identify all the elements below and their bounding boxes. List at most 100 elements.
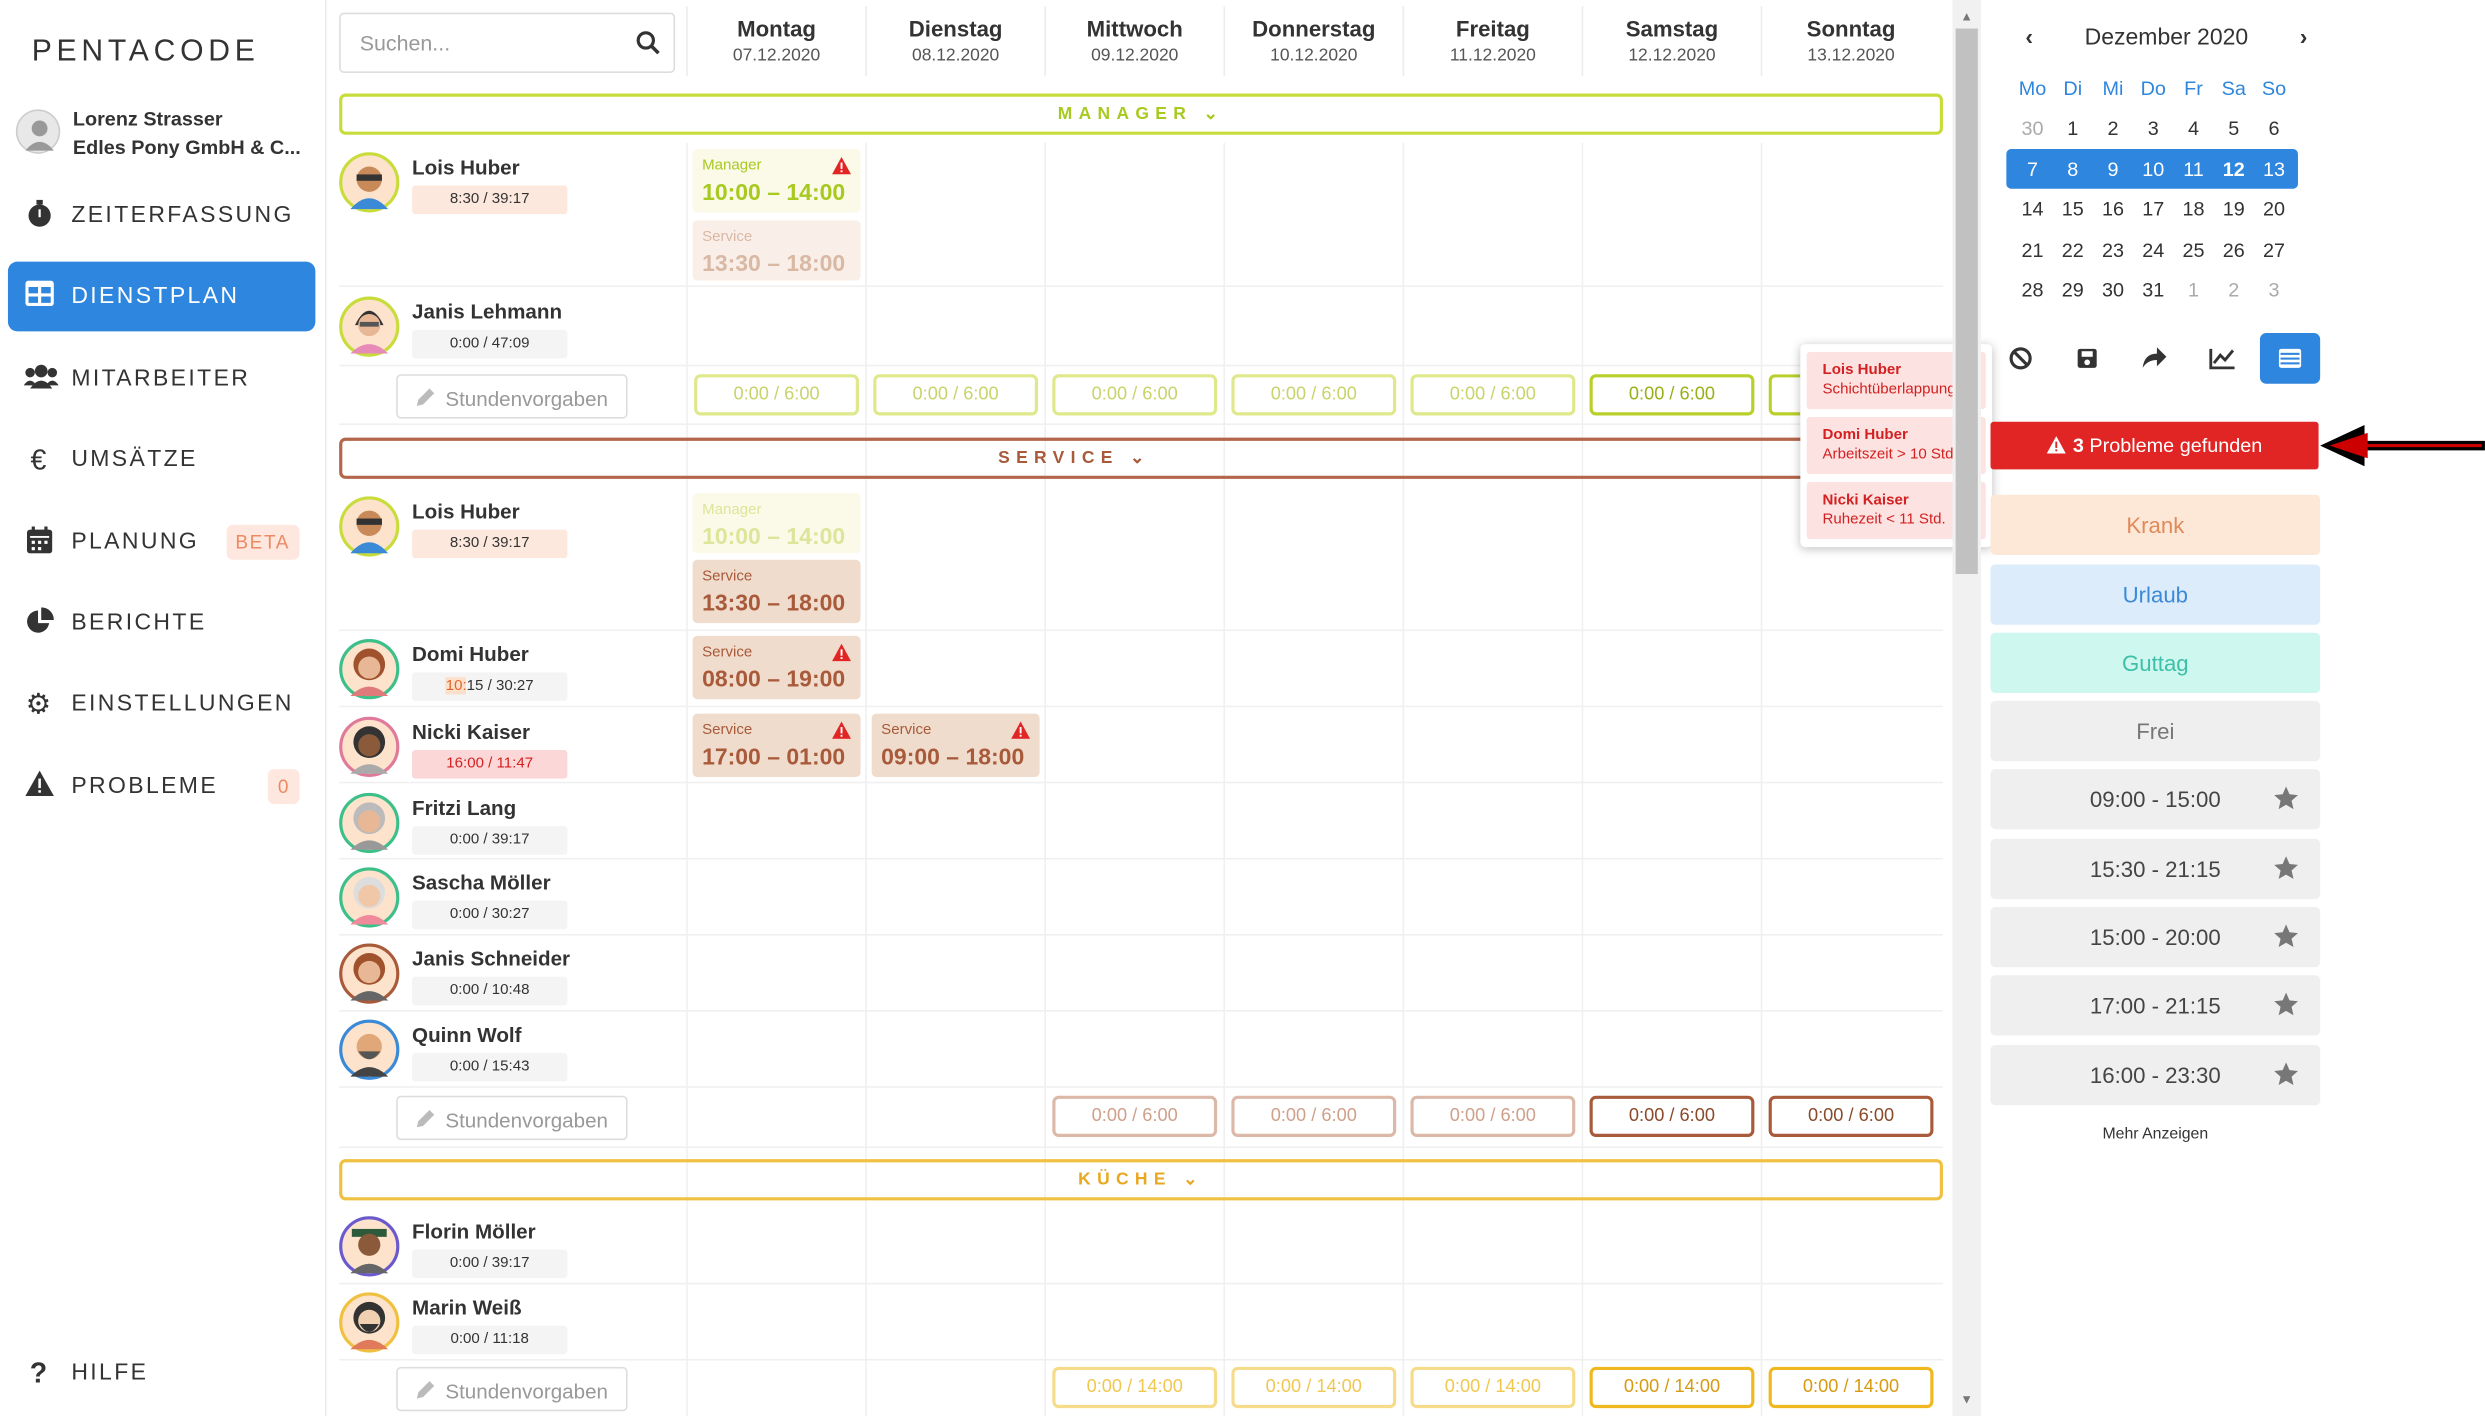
shift-card[interactable]: Service 08:00 – 19:00 — [692, 635, 861, 700]
hours-box[interactable]: 0:00 / 6:00 — [1231, 374, 1397, 416]
hours-box[interactable] — [1768, 374, 1801, 416]
calendar-day[interactable]: 7 — [2013, 150, 2053, 188]
calendar-day[interactable]: 9 — [2093, 150, 2133, 188]
employee-lois-huber[interactable]: Lois Huber 8:30 / 39:17 — [339, 496, 656, 559]
calendar-day[interactable]: 30 — [2013, 110, 2053, 148]
calendar-day[interactable]: 18 — [2174, 191, 2214, 229]
shift-card[interactable]: Manager 10:00 – 14:00 — [692, 493, 861, 554]
shift-card[interactable]: Service 17:00 – 01:00 — [692, 713, 861, 777]
calendar-day[interactable]: 13 — [2254, 150, 2294, 188]
employee-marin-weiss[interactable]: Marin Weiß 0:00 / 11:18 — [339, 1292, 656, 1355]
hours-box[interactable]: 0:00 / 14:00 — [1052, 1366, 1218, 1409]
calendar-day[interactable]: 30 — [2093, 271, 2133, 309]
calendar-day[interactable]: 26 — [2214, 231, 2254, 269]
hours-box[interactable]: 0:00 / 6:00 — [1410, 1095, 1576, 1137]
calendar-day[interactable]: 10 — [2133, 150, 2173, 188]
calendar-day[interactable]: 31 — [2133, 271, 2173, 309]
search-input[interactable]: Suchen... — [339, 12, 676, 73]
nav-item-planung[interactable]: PLANUNG BETA — [8, 507, 315, 577]
hours-box[interactable]: 0:00 / 6:00 — [1231, 1095, 1397, 1137]
employee-janis-schneider[interactable]: Janis Schneider 0:00 / 10:48 — [339, 943, 656, 1006]
nav-item-mitarbeiter[interactable]: MITARBEITER — [8, 344, 315, 414]
shift-template[interactable]: 15:00 - 20:00 — [1990, 907, 2321, 968]
hours-box[interactable]: 0:00 / 6:00 — [1410, 374, 1576, 416]
calendar-day[interactable]: 20 — [2254, 191, 2294, 229]
calendar-day[interactable]: 2 — [2093, 110, 2133, 148]
hours-box[interactable]: 0:00 / 6:00 — [694, 374, 859, 416]
shift-template[interactable]: 17:00 - 21:15 — [1990, 975, 2321, 1036]
absence-frei[interactable]: Frei — [1990, 700, 2321, 762]
absence-urlaub[interactable]: Urlaub — [1990, 564, 2321, 625]
save-button[interactable] — [2057, 333, 2117, 384]
employee-janis-lehmann[interactable]: Janis Lehmann 0:00 / 47:09 — [339, 296, 656, 360]
hours-box[interactable]: 0:00 / 6:00 — [873, 374, 1039, 416]
chevron-right-icon[interactable]: › — [2300, 25, 2308, 50]
calendar-day[interactable]: 19 — [2214, 191, 2254, 229]
shift-card[interactable]: Service 13:30 – 18:00 — [692, 559, 861, 624]
show-more-link[interactable]: Mehr Anzeigen — [1991, 1126, 2321, 1143]
user-profile[interactable]: Lorenz Strasser Edles Pony GmbH & C... — [15, 105, 325, 168]
nav-item-dienstplan[interactable]: DIENSTPLAN — [7, 261, 316, 332]
stundenvorgaben-button[interactable]: Stundenvorgaben — [396, 1095, 628, 1141]
hours-box[interactable]: 0:00 / 6:00 — [1052, 374, 1218, 416]
calendar-day[interactable]: 17 — [2133, 191, 2173, 229]
scrollbar[interactable]: ▲ ▼ — [1952, 0, 1981, 1416]
employee-domi-huber[interactable]: Domi Huber 10:15 / 30:27 — [339, 639, 656, 702]
calendar-day[interactable]: 22 — [2053, 231, 2093, 269]
hours-box[interactable]: 0:00 / 6:00 — [1052, 1095, 1218, 1137]
calendar-day[interactable]: 5 — [2214, 110, 2254, 148]
calendar-day[interactable]: 6 — [2254, 110, 2294, 148]
employee-florin-moeller[interactable]: Florin Möller 0:00 / 39:17 — [339, 1216, 656, 1279]
hours-box[interactable]: 0:00 / 14:00 — [1768, 1366, 1934, 1409]
hours-box[interactable]: 0:00 / 14:00 — [1589, 1366, 1755, 1409]
stundenvorgaben-button[interactable]: Stundenvorgaben — [396, 374, 628, 419]
chevron-left-icon[interactable]: ‹ — [2025, 25, 2033, 50]
group-header-manager[interactable]: MANAGER ⌄ — [339, 93, 1943, 135]
share-button[interactable] — [2124, 333, 2184, 384]
stundenvorgaben-button[interactable]: Stundenvorgaben — [396, 1366, 628, 1412]
nav-item-zeiterfassung[interactable]: ZEITERFASSUNG — [8, 181, 315, 251]
calendar-day[interactable]: 3 — [2254, 271, 2294, 309]
employee-sascha-moeller[interactable]: Sascha Möller 0:00 / 30:27 — [339, 867, 656, 930]
shift-card[interactable]: Service 09:00 – 18:00 — [871, 713, 1040, 777]
absence-guttag[interactable]: Guttag — [1990, 632, 2321, 693]
calendar-day[interactable]: 12 — [2214, 150, 2254, 188]
list-view-button[interactable] — [2259, 332, 2321, 384]
employee-lois-huber[interactable]: Lois Huber 8:30 / 39:17 — [339, 152, 656, 215]
calendar-day[interactable]: 15 — [2053, 191, 2093, 229]
nav-item-probleme[interactable]: PROBLEME 0 — [8, 752, 315, 822]
calendar-day[interactable]: 2 — [2214, 271, 2254, 309]
absence-krank[interactable]: Krank — [1990, 494, 2321, 555]
hours-box[interactable]: 0:00 / 6:00 — [1589, 374, 1755, 416]
calendar-day[interactable]: 25 — [2174, 231, 2214, 269]
shift-card[interactable]: Manager 10:00 – 14:00 — [692, 149, 861, 213]
nav-item-einstellungen[interactable]: ⚙ EINSTELLUNGEN — [8, 669, 315, 739]
hours-box[interactable]: 0:00 / 6:00 — [1768, 1095, 1934, 1137]
chart-button[interactable] — [2192, 333, 2252, 384]
shift-template[interactable]: 09:00 - 15:00 — [1990, 769, 2321, 830]
employee-fritzi-lang[interactable]: Fritzi Lang 0:00 / 39:17 — [339, 792, 656, 856]
calendar-day[interactable]: 23 — [2093, 231, 2133, 269]
calendar-day[interactable]: 8 — [2053, 150, 2093, 188]
nav-item-berichte[interactable]: BERICHTE — [8, 588, 315, 658]
hours-box[interactable]: 0:00 / 14:00 — [1410, 1366, 1576, 1409]
nav-item-hilfe[interactable]: ? HILFE — [8, 1338, 315, 1408]
calendar-day[interactable]: 4 — [2174, 110, 2214, 148]
calendar-day[interactable]: 16 — [2093, 191, 2133, 229]
block-button[interactable] — [1991, 333, 2051, 384]
calendar-day[interactable]: 11 — [2174, 150, 2214, 188]
calendar-day[interactable]: 1 — [2174, 271, 2214, 309]
calendar-day[interactable]: 14 — [2013, 191, 2053, 229]
calendar-day[interactable]: 27 — [2254, 231, 2294, 269]
calendar-day[interactable]: 29 — [2053, 271, 2093, 309]
calendar-day[interactable]: 28 — [2013, 271, 2053, 309]
nav-item-umsaetze[interactable]: € UMSÄTZE — [8, 425, 315, 495]
calendar-day[interactable]: 1 — [2053, 110, 2093, 148]
group-header-service[interactable]: SERVICE ⌄ — [339, 437, 1810, 479]
problems-found-button[interactable]: 3 Probleme gefunden — [1990, 421, 2319, 470]
calendar-day[interactable]: 3 — [2133, 110, 2173, 148]
calendar-day[interactable]: 21 — [2013, 231, 2053, 269]
shift-card[interactable]: Service 13:30 – 18:00 — [692, 220, 861, 281]
group-header-kueche[interactable]: KÜCHE ⌄ — [339, 1159, 1943, 1201]
hours-box[interactable]: 0:00 / 14:00 — [1231, 1366, 1397, 1409]
